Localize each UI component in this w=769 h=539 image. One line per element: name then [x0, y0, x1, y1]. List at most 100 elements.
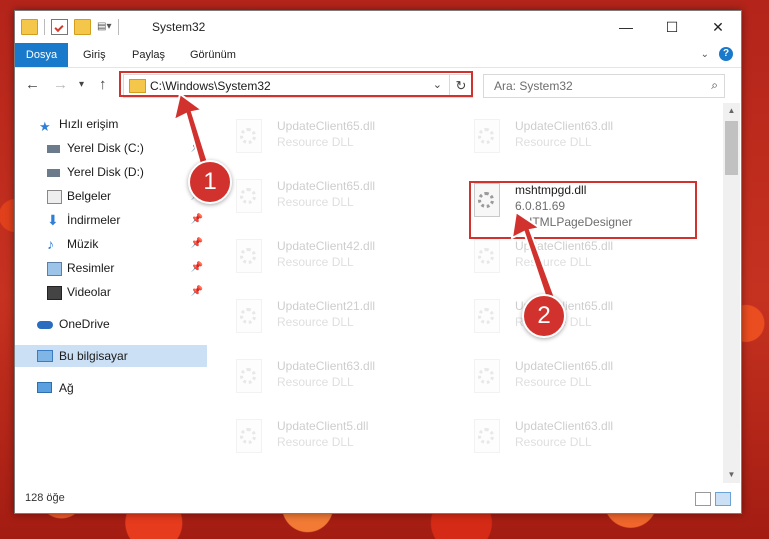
recent-locations-button[interactable]: ▾: [79, 79, 84, 90]
forward-button[interactable]: →: [53, 76, 68, 93]
file-name: UpdateClient65.dll: [277, 119, 376, 133]
dll-file-icon: [233, 119, 263, 155]
file-description: Resource DLL: [277, 135, 354, 149]
file-item[interactable]: UpdateClient63.dll Resource DLL: [471, 415, 671, 459]
sidebar-item-this-pc[interactable]: Bu bilgisayar: [15, 345, 207, 367]
file-item[interactable]: UpdateClient63.dll Resource DLL: [471, 115, 671, 159]
scrollbar-thumb[interactable]: [725, 121, 738, 175]
dll-file-icon: [233, 239, 263, 275]
sidebar-item-label: Belgeler: [67, 189, 112, 203]
status-bar: 128 öğe: [15, 487, 741, 511]
window-title: System32: [152, 20, 206, 34]
dll-file-icon: [233, 419, 263, 455]
scroll-down-icon[interactable]: ▼: [723, 467, 740, 483]
expand-ribbon-icon[interactable]: ⌄: [701, 49, 709, 60]
title-bar: ▤▾ System32 — ☐ ✕: [15, 11, 741, 43]
dll-file-icon: [471, 239, 501, 275]
close-button[interactable]: ✕: [695, 11, 741, 43]
search-input[interactable]: Ara: System32 ⌕: [483, 74, 725, 98]
file-description: Resource DLL: [277, 375, 354, 389]
sidebar-item-network[interactable]: Ağ: [15, 377, 207, 399]
file-item[interactable]: UpdateClient65.dll Resource DLL: [233, 115, 433, 159]
file-name: UpdateClient63.dll: [515, 419, 614, 433]
dll-file-icon: [471, 359, 501, 395]
up-button[interactable]: ↑: [99, 76, 107, 93]
sidebar-item-label: Yerel Disk (D:): [67, 165, 144, 179]
sidebar-item-label: Bu bilgisayar: [59, 349, 128, 363]
dll-file-icon: [471, 419, 501, 455]
file-item[interactable]: UpdateClient21.dll Resource DLL: [233, 295, 433, 339]
item-count: 128 öğe: [25, 492, 65, 504]
cloud-icon: [37, 321, 53, 329]
properties-icon[interactable]: [51, 19, 68, 35]
video-icon: [47, 286, 62, 300]
drive-icon: [47, 169, 60, 177]
tab-file[interactable]: Dosya: [15, 43, 68, 67]
help-icon[interactable]: ?: [719, 47, 733, 61]
music-icon: ♪: [47, 236, 54, 252]
sidebar-item-label: Müzik: [67, 237, 99, 251]
drive-icon: [47, 145, 60, 153]
dll-file-icon: [471, 119, 501, 155]
file-item[interactable]: UpdateClient63.dll Resource DLL: [233, 355, 433, 399]
sidebar-item-label: Videolar: [67, 285, 111, 299]
tab-home[interactable]: Giriş: [83, 43, 106, 67]
folder-icon: [21, 19, 38, 35]
sidebar-item-music[interactable]: ♪ Müzik 📌: [15, 233, 207, 255]
file-name: UpdateClient63.dll: [277, 359, 376, 373]
file-description: Resource DLL: [515, 435, 592, 449]
sidebar-item-label: Resimler: [67, 261, 115, 275]
sidebar-item-label: Ağ: [59, 381, 74, 395]
file-name: UpdateClient21.dll: [277, 299, 376, 313]
dll-file-icon: [233, 179, 263, 215]
back-button[interactable]: ←: [25, 76, 40, 93]
details-view-icon[interactable]: [695, 492, 711, 506]
file-name: UpdateClient65.dll: [515, 359, 614, 373]
scroll-up-icon[interactable]: ▲: [723, 103, 740, 119]
dll-file-icon: [233, 359, 263, 395]
file-item[interactable]: UpdateClient65.dll Resource DLL: [233, 175, 433, 219]
quick-access-toolbar: ▤▾: [21, 19, 119, 35]
minimize-button[interactable]: —: [603, 11, 649, 43]
file-name: UpdateClient5.dll: [277, 419, 369, 433]
tab-share[interactable]: Paylaş: [132, 43, 165, 67]
pin-icon: 📌: [190, 286, 203, 297]
toolbar-divider: [44, 19, 45, 35]
dll-file-icon: [471, 299, 501, 335]
file-name: UpdateClient63.dll: [515, 119, 614, 133]
file-item[interactable]: UpdateClient65.dll Resource DLL: [471, 355, 671, 399]
documents-icon: [47, 190, 62, 204]
view-toggle: [695, 492, 731, 506]
file-description: Resource DLL: [515, 375, 592, 389]
file-description: Resource DLL: [277, 195, 354, 209]
callout-badge-1: 1: [188, 160, 232, 204]
toolbar-divider: [118, 19, 119, 35]
file-name: UpdateClient42.dll: [277, 239, 376, 253]
tab-view[interactable]: Görünüm: [190, 43, 236, 67]
maximize-button[interactable]: ☐: [649, 11, 695, 43]
file-description: Resource DLL: [277, 315, 354, 329]
sidebar-item-pictures[interactable]: Resimler 📌: [15, 257, 207, 279]
star-icon: ★: [39, 119, 51, 134]
navigation-bar: ← → ▾ ↑ C:\Windows\System32 ⌄ ↻ Ara: Sys…: [15, 68, 741, 102]
search-icon[interactable]: ⌕: [711, 78, 718, 93]
sidebar-item-downloads[interactable]: ⬇ İndirmeler 📌: [15, 209, 207, 231]
ribbon-tabs: Dosya Giriş Paylaş Görünüm ⌄ ?: [15, 43, 741, 68]
sidebar-item-label: Hızlı erişim: [59, 117, 119, 131]
file-description: Resource DLL: [515, 135, 592, 149]
file-item[interactable]: UpdateClient42.dll Resource DLL: [233, 235, 433, 279]
vertical-scrollbar[interactable]: ▲ ▼: [723, 103, 740, 483]
customize-toolbar-icon[interactable]: ▤▾: [97, 20, 112, 34]
tiles-view-icon[interactable]: [715, 492, 731, 506]
pin-icon: 📌: [190, 214, 203, 225]
sidebar-item-videos[interactable]: Videolar 📌: [15, 281, 207, 303]
pin-icon: 📌: [190, 262, 203, 273]
sidebar-item-label: OneDrive: [59, 317, 110, 331]
computer-icon: [37, 350, 53, 362]
sidebar-item-onedrive[interactable]: OneDrive: [15, 313, 207, 335]
window-controls: — ☐ ✕: [603, 11, 741, 43]
file-item[interactable]: UpdateClient5.dll Resource DLL: [233, 415, 433, 459]
file-explorer-window: ▤▾ System32 — ☐ ✕ Dosya Giriş Paylaş Gör…: [14, 10, 742, 514]
dll-file-icon: [233, 299, 263, 335]
new-folder-icon[interactable]: [74, 19, 91, 35]
